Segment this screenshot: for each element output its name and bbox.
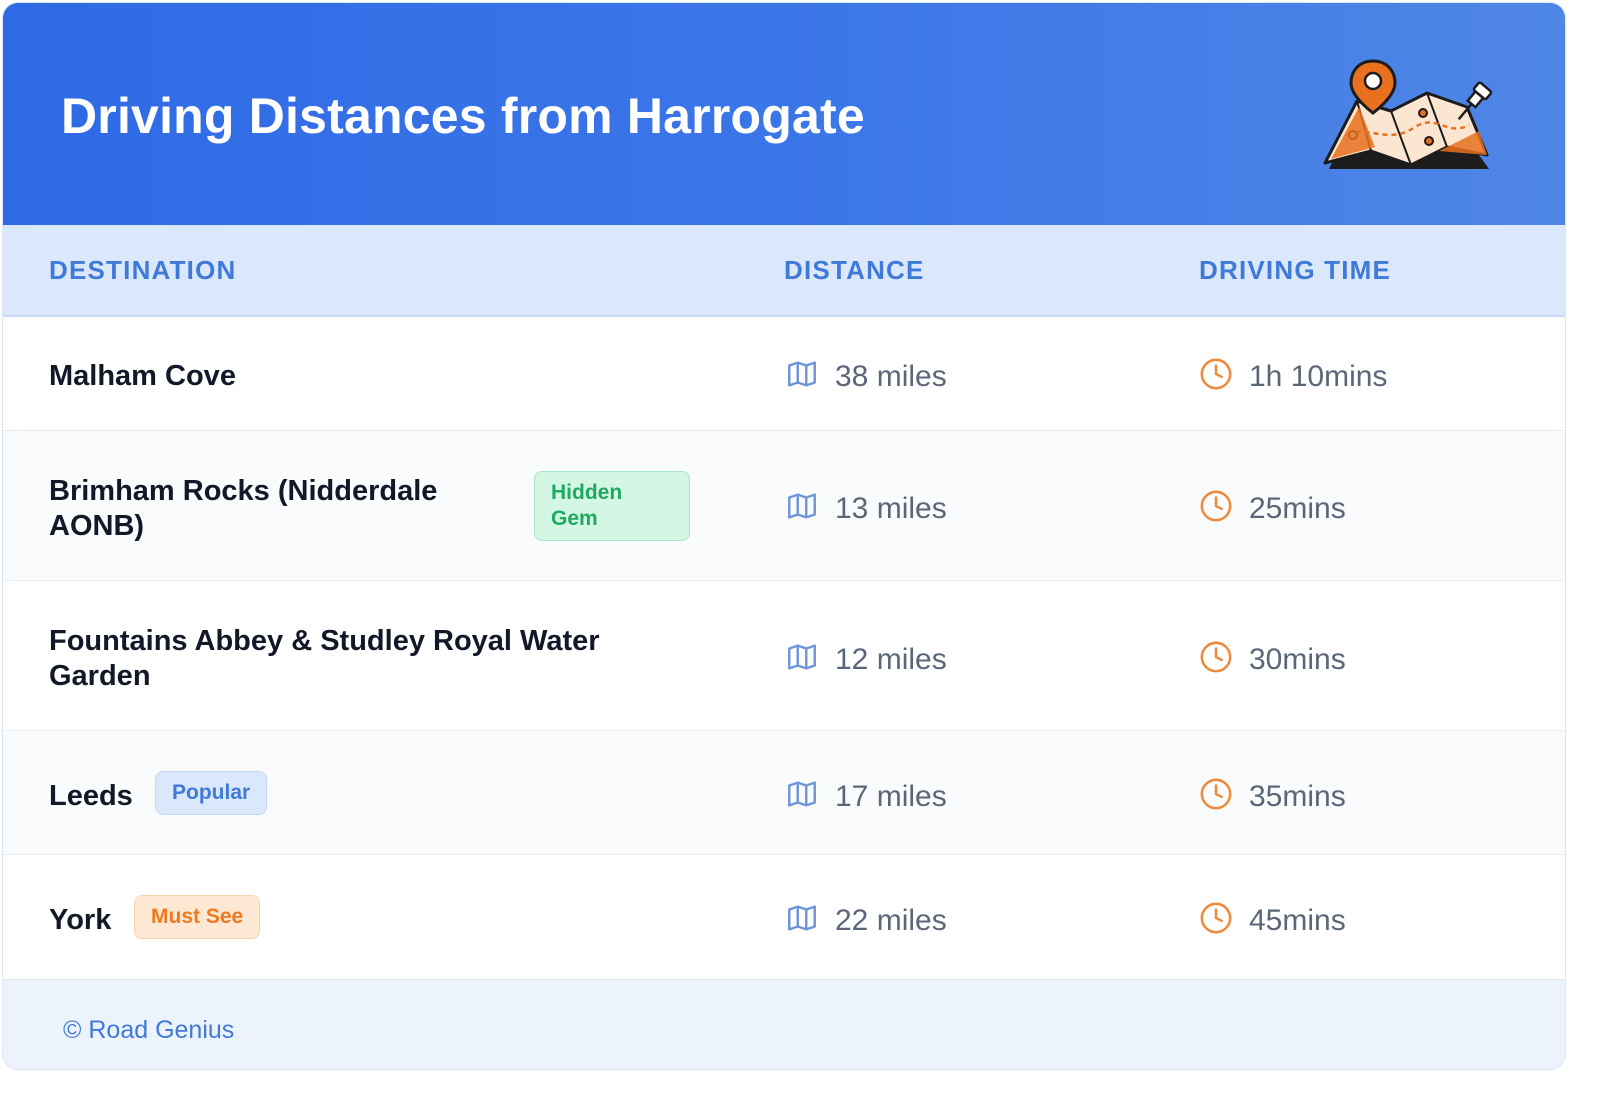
- column-header-driving-time: DRIVING TIME: [1199, 255, 1392, 285]
- distance-card: Driving Distances from Harrogate DESTINA…: [2, 2, 1566, 1070]
- driving-time-value: 35mins: [1249, 780, 1346, 813]
- map-with-pins-illustration: [1323, 59, 1493, 169]
- destination-name: Brimham Rocks (Nidderdale AONB): [49, 475, 438, 542]
- badge-hidden-gem: Hidden Gem: [534, 471, 690, 541]
- clock-icon: [1200, 778, 1232, 810]
- badge-popular: Popular: [155, 771, 268, 815]
- footer-credit: © Road Genius: [63, 1016, 235, 1044]
- badge-must-see: Must See: [134, 895, 261, 939]
- column-header-distance: DISTANCE: [784, 255, 925, 285]
- table-row: York Must See 22 miles 45mins: [3, 855, 1565, 979]
- distance-value: 22 miles: [835, 904, 947, 937]
- destination-name: Leeds: [49, 780, 133, 812]
- footer: © Road Genius: [3, 979, 1565, 1069]
- destination-name: York: [49, 904, 112, 936]
- map-icon: [788, 493, 816, 519]
- table-row: Brimham Rocks (Nidderdale AONB) Hidden G…: [3, 431, 1565, 581]
- driving-time-value: 25mins: [1249, 492, 1346, 525]
- page-title: Driving Distances from Harrogate: [61, 88, 865, 144]
- table-row: Fountains Abbey & Studley Royal Water Ga…: [3, 581, 1565, 731]
- destination-name: Malham Cove: [49, 360, 236, 392]
- driving-time-value: 30mins: [1249, 643, 1346, 676]
- distance-value: 12 miles: [835, 643, 947, 676]
- distance-value: 13 miles: [835, 492, 947, 525]
- map-icon: [788, 905, 816, 931]
- map-icon: [788, 781, 816, 807]
- destination-name: Fountains Abbey & Studley Royal Water Ga…: [49, 625, 600, 692]
- driving-time-value: 1h 10mins: [1249, 360, 1388, 393]
- header: Driving Distances from Harrogate: [3, 3, 1565, 225]
- clock-icon: [1200, 490, 1232, 522]
- table-header: DESTINATION DISTANCE DRIVING TIME: [3, 225, 1565, 317]
- map-icon: [788, 644, 816, 670]
- distance-value: 38 miles: [835, 360, 947, 393]
- table-row: Leeds Popular 17 miles 35mins: [3, 731, 1565, 855]
- map-icon: [788, 361, 816, 387]
- clock-icon: [1200, 641, 1232, 673]
- driving-time-value: 45mins: [1249, 904, 1346, 937]
- clock-icon: [1200, 902, 1232, 934]
- distance-value: 17 miles: [835, 780, 947, 813]
- clock-icon: [1200, 358, 1232, 390]
- column-header-destination: DESTINATION: [49, 255, 237, 285]
- table-row: Malham Cove 38 miles 1h 10mins: [3, 317, 1565, 431]
